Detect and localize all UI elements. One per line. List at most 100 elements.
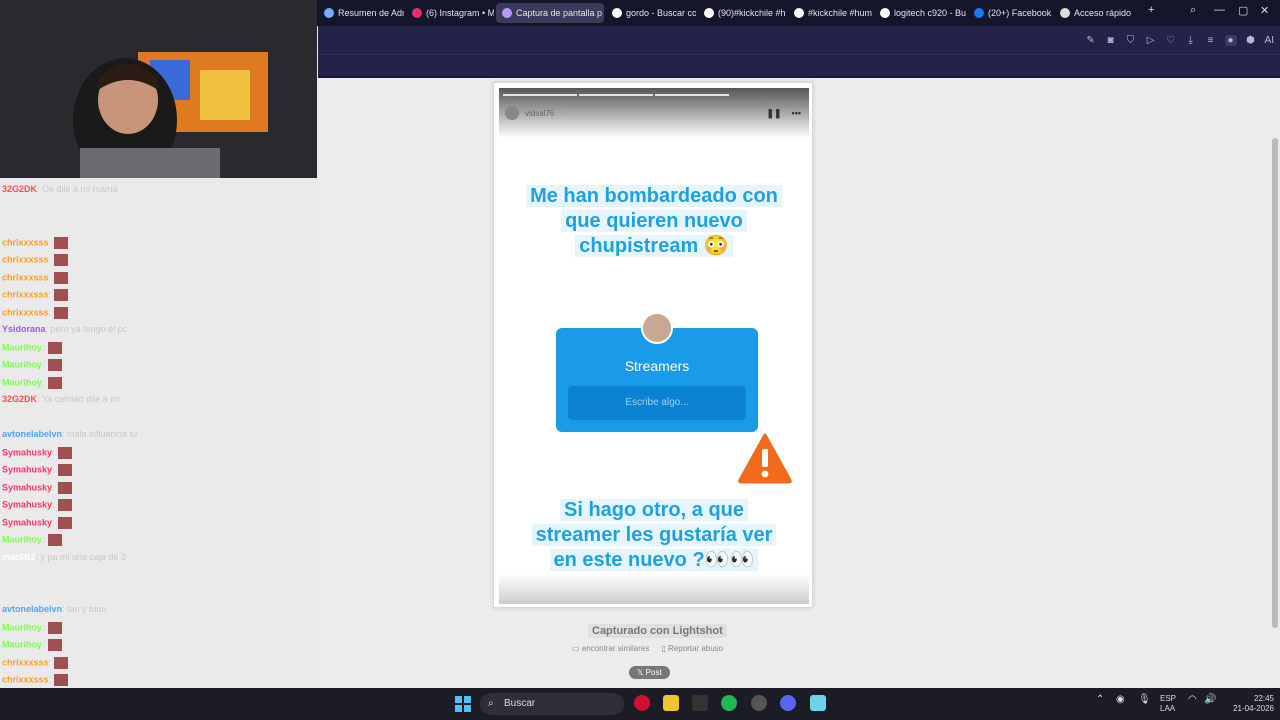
play-icon[interactable]: ▷ [1145, 35, 1157, 46]
maximize-button[interactable]: ▢ [1238, 4, 1248, 17]
post-button[interactable]: 𝕏 Post [629, 666, 670, 679]
more-options-icon[interactable]: ••• [792, 108, 801, 119]
headline-line: en este nuevo ?👀👀 [549, 549, 759, 571]
minimize-button[interactable]: — [1214, 4, 1225, 16]
chat-text: : [48, 674, 52, 685]
browser-tab[interactable]: #kickchile #humor [788, 3, 872, 23]
windows-start-icon[interactable] [455, 696, 471, 712]
chat-username[interactable]: Symahusky [2, 464, 52, 474]
chat-username[interactable]: chrixxxsss [2, 254, 49, 264]
discord-icon[interactable] [780, 695, 796, 711]
shield-icon[interactable]: ⛉ [1125, 35, 1137, 46]
browser-tab[interactable]: logitech c920 - Bus [874, 3, 966, 23]
chat-username[interactable]: Symahusky [2, 447, 52, 457]
browser-tab[interactable]: Resumen de Admin [318, 3, 404, 23]
chat-text: : [52, 464, 55, 475]
chat-username[interactable]: Maurihoy [2, 377, 42, 387]
story-avatar[interactable] [505, 106, 519, 120]
chat-username[interactable]: 32G2DK [2, 184, 37, 194]
language-indicator[interactable]: ESP LAA [1160, 694, 1176, 714]
browser-tab[interactable]: Captura de pantalla p✕ [496, 3, 604, 23]
profile-icon[interactable]: ● [1224, 34, 1237, 46]
tray-chevron-icon[interactable]: ⌃ [1096, 694, 1104, 705]
extensions-icon[interactable]: ⬢ [1245, 35, 1257, 46]
chat-text: luka que la mia parece que es [2, 569, 123, 579]
sticker-avatar [641, 312, 673, 344]
report-abuse-link[interactable]: ▯ Reportar abuso [661, 644, 723, 653]
search-tabs-icon[interactable]: ⌕ [1190, 4, 1196, 17]
tab-label: gordo - Buscar con [626, 8, 696, 18]
wifi-icon[interactable]: ◠ [1188, 694, 1197, 705]
notepad-icon[interactable] [810, 695, 826, 711]
chat-username[interactable]: Maurihoy [2, 639, 42, 649]
question-sticker: Streamers Escribe algo... [556, 312, 758, 432]
microphone-icon[interactable]: 🎙 [1138, 694, 1151, 705]
chat-message: Symahusky: [2, 499, 72, 511]
chat-username[interactable]: Symahusky [2, 482, 52, 492]
chat-username[interactable]: Symahusky [2, 517, 52, 527]
close-window-button[interactable]: ✕ [1260, 4, 1269, 17]
browser-tab[interactable]: gordo - Buscar con [606, 3, 696, 23]
network-icon[interactable]: ◉ [1116, 694, 1125, 705]
sticker-answer-input[interactable]: Escribe algo... [568, 386, 746, 420]
language-code: ESP [1160, 694, 1177, 703]
opera-icon[interactable] [634, 695, 650, 711]
clock[interactable]: 22:45 21-04-2026 [1226, 694, 1274, 714]
epic-games-icon[interactable] [692, 695, 708, 711]
chat-message: chupistream pero yo tomo para beber [2, 219, 152, 229]
chat-username[interactable]: Maurihoy [2, 534, 42, 544]
browser-tab[interactable]: (90)#kickchile #hum [698, 3, 786, 23]
tab-label: #kickchile #humor [808, 8, 872, 18]
chat-username[interactable]: Maurihoy [2, 622, 42, 632]
chat-username[interactable]: chrixxxsss [2, 237, 49, 247]
chat-username[interactable]: chrixxxsss [2, 657, 49, 667]
chat-username[interactable]: chrixxxsss [2, 289, 49, 299]
story-username[interactable]: vidsal76 [525, 109, 554, 118]
ai-button[interactable]: AI [1265, 35, 1274, 46]
chat-username[interactable]: avtonelabelvn [2, 429, 62, 439]
webcam-image [0, 0, 317, 178]
chat-emote-icon [47, 341, 62, 354]
chat-username[interactable]: avtonelabelvn [2, 604, 62, 614]
screenshot-card: vidsal76 2 h ❚❚ ••• Me han bombardeado c… [493, 82, 813, 608]
chat-message: luka que la mia parece que es [2, 569, 122, 579]
chat-username[interactable]: chrixxxsss [2, 307, 49, 317]
file-explorer-icon[interactable] [663, 695, 679, 711]
chat-username[interactable]: matSB2 [2, 552, 36, 562]
chat-emote-icon [54, 674, 69, 686]
chat-username[interactable]: Maurihoy [2, 342, 42, 352]
chat-emote-icon [47, 376, 62, 389]
browser-tab[interactable]: Acceso rápido [1054, 3, 1134, 23]
browser-tab[interactable]: (6) Instagram • Men [406, 3, 494, 23]
volume-icon[interactable]: 🔊 [1204, 694, 1216, 705]
chat-text: : pero ya tengo el pc [45, 324, 128, 334]
pause-icon[interactable]: ❚❚ [766, 108, 781, 119]
chat-username[interactable]: chrixxxsss [2, 272, 49, 282]
chat-text: : [52, 481, 55, 492]
stream-chat: 32G2DK: Oe dile a mi mama que me de permi… [0, 184, 318, 720]
browser-tab[interactable]: (20+) Facebook Ma [968, 3, 1052, 23]
captured-label: Capturado con Lightshot [588, 624, 727, 638]
heart-icon[interactable]: ♡ [1165, 35, 1177, 46]
chat-username[interactable]: chrixxxsss [2, 674, 49, 684]
chat-username[interactable]: Maurihoy [2, 359, 42, 369]
page-scrollbar[interactable] [1272, 138, 1278, 628]
taskbar-search[interactable]: ⌕ Buscar [480, 693, 624, 715]
camera-icon[interactable]: ◙ [1105, 35, 1117, 46]
chat-emote-icon [54, 254, 69, 266]
menu-icon[interactable]: ≡ [1205, 35, 1217, 46]
new-tab-button[interactable]: + [1148, 4, 1154, 16]
pen-icon [502, 8, 512, 18]
chat-username[interactable]: Ysidorana [2, 324, 46, 334]
steam-icon[interactable] [751, 695, 767, 711]
edit-icon[interactable]: ✎ [1085, 35, 1097, 46]
download-icon[interactable]: ⤓ [1185, 35, 1197, 46]
chat-username[interactable]: Symahusky [2, 499, 52, 509]
chat-text: : [48, 289, 52, 300]
find-similar-link[interactable]: ▭ encontrar similares [572, 644, 649, 653]
tab-label: Resumen de Admin [338, 8, 404, 18]
tiktok-icon [794, 8, 804, 18]
chat-username[interactable]: 32G2DK [2, 394, 37, 404]
instagram-icon [412, 8, 422, 18]
spotify-icon[interactable] [721, 695, 737, 711]
